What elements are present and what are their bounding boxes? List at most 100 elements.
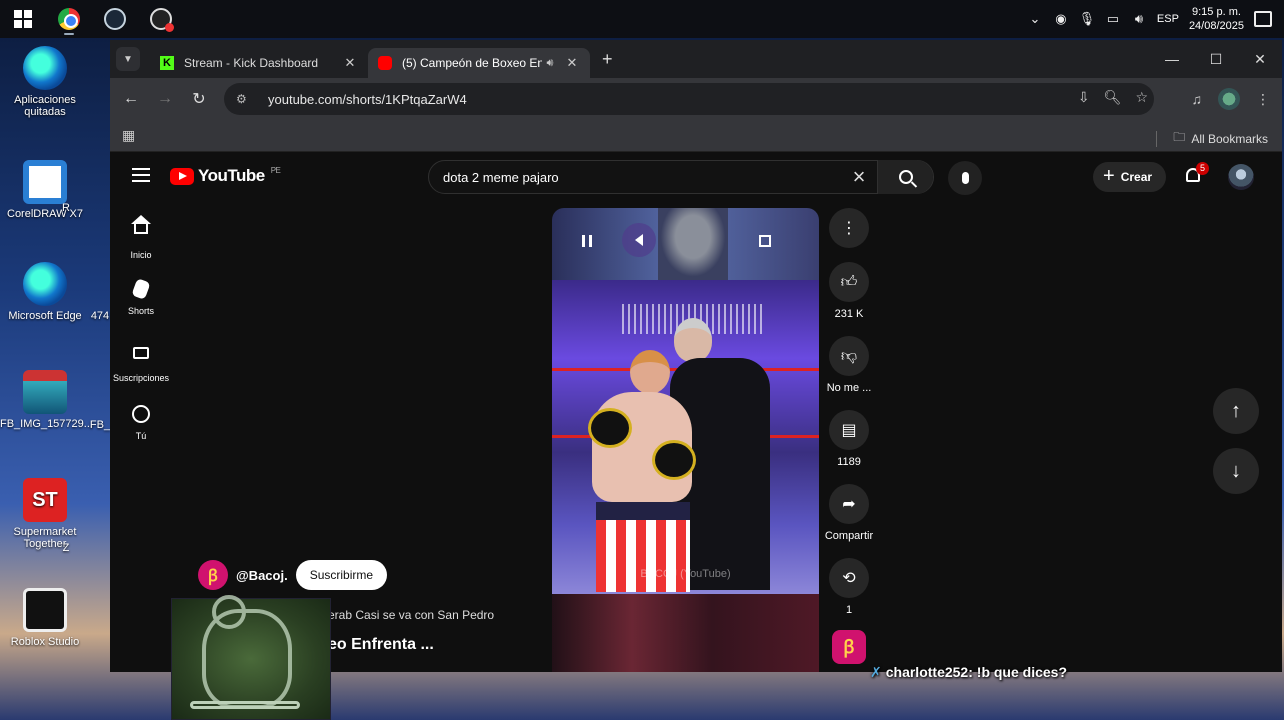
sidebar-item-label: Shorts [127, 306, 154, 316]
sidebar-item-home[interactable]: Inicio [110, 215, 172, 260]
channel-name[interactable]: @Bacoj. [236, 568, 288, 583]
youtube-logo[interactable]: YouTube PE [170, 166, 281, 186]
remix-button[interactable]: ⟲ 1 [826, 558, 872, 616]
notification-center-icon[interactable] [1254, 11, 1272, 27]
more-vertical-icon: ⋮ [829, 208, 869, 248]
arrow-up-icon: ↑ [1231, 399, 1241, 422]
media-controls-icon[interactable]: ♫ [1192, 91, 1203, 107]
tab-search-button[interactable]: ▼ [116, 47, 140, 71]
tab-youtube-short[interactable]: (5) Campeón de Boxeo Enfr 🔊︎ ✕ [368, 48, 590, 78]
hamburger-menu-icon[interactable] [132, 168, 150, 186]
video-title[interactable]: eo Enfrenta ... [328, 636, 434, 654]
site-info-icon[interactable]: ⚙ [236, 92, 254, 106]
account-avatar[interactable] [1228, 164, 1254, 190]
tab-kick-dashboard[interactable]: K Stream - Kick Dashboard ✕ [150, 48, 368, 78]
comments-button[interactable]: ▤ 1189 [826, 410, 872, 468]
reload-button[interactable]: ↻ [182, 89, 216, 109]
remix-count: 1 [845, 604, 853, 616]
tab-label: Stream - Kick Dashboard [184, 56, 319, 70]
language-indicator[interactable]: ESP [1157, 13, 1179, 25]
menu-icon[interactable]: ⋮ [1256, 91, 1270, 108]
desktop-icon-label: CorelDRAW X7 [7, 208, 83, 220]
zoom-icon[interactable]: 🔍︎ [1104, 89, 1122, 106]
previous-short-button[interactable]: ↑ [1213, 388, 1259, 434]
channel-avatar-small[interactable]: ꞵ [832, 630, 866, 664]
desktop-icon-coreldraw[interactable]: CorelDRAW X7 [0, 160, 90, 220]
clear-search-icon[interactable]: × [841, 164, 877, 190]
desktop-icon-label: Roblox Studio [10, 636, 80, 648]
clock[interactable]: 9:15 p. m. 24/08/2025 [1189, 5, 1244, 33]
kick-icon: K [160, 56, 174, 70]
close-window-icon[interactable]: ✕ [1238, 40, 1282, 78]
close-tab-icon[interactable]: ✕ [342, 55, 358, 71]
notification-badge: 5 [1196, 162, 1209, 175]
install-app-icon[interactable]: ⇩ [1078, 89, 1090, 106]
voice-search-button[interactable] [948, 161, 982, 195]
dislike-button[interactable]: 👎︎ No me ... [816, 336, 882, 394]
shorts-player[interactable]: BACOJ (YouTube) [552, 208, 819, 672]
close-tab-icon[interactable]: ✕ [564, 55, 580, 71]
sidebar-item-shorts[interactable]: Shorts [110, 278, 172, 316]
music-line[interactable]: erab Casi se va con San Pedro [328, 608, 494, 622]
bookmark-star-icon[interactable]: ☆ [1135, 89, 1148, 106]
share-button[interactable]: ➦ Compartir [816, 484, 882, 542]
next-short-button[interactable]: ↓ [1213, 448, 1259, 494]
all-bookmarks-button[interactable]: 🗀 All Bookmarks [1156, 128, 1268, 149]
roblox-studio-icon [23, 588, 67, 632]
profile-avatar[interactable] [1218, 88, 1240, 110]
like-button[interactable]: 👍︎ 231 K [826, 262, 872, 320]
taskbar-chrome[interactable] [46, 0, 92, 38]
minimize-icon[interactable]: — [1150, 40, 1194, 78]
browser-toolbar: ← → ↻ ⚙ youtube.com/shorts/1KPtqaZarW4 ⇩… [110, 78, 1282, 120]
plus-icon: + [1103, 164, 1115, 187]
channel-avatar[interactable]: ꞵ [198, 560, 228, 590]
maximize-icon[interactable]: ☐ [1194, 40, 1238, 78]
desktop-icon-fb-img[interactable]: FB_IMG_157729... [0, 370, 93, 430]
desktop-icon-supermarket[interactable]: ST Supermarket Together [0, 478, 90, 550]
pause-button[interactable] [570, 224, 604, 258]
chevron-up-icon[interactable]: ⌄ [1027, 11, 1043, 27]
desktop-icon-apps-removed[interactable]: Aplicaciones quitadas [0, 46, 90, 118]
chrome-icon [58, 8, 80, 30]
start-button[interactable] [0, 0, 46, 38]
create-button[interactable]: + Crear [1093, 162, 1167, 192]
volume-icon[interactable]: 🔊︎ [1131, 11, 1147, 27]
apps-grid-icon[interactable]: ▦ [122, 127, 135, 144]
obs-icon [150, 8, 174, 32]
notifications-button[interactable]: 5 [1184, 162, 1209, 186]
back-button[interactable]: ← [114, 90, 148, 108]
steam-tray-icon[interactable]: ◉ [1053, 11, 1069, 27]
desktop-icon-roblox[interactable]: Roblox Studio [0, 588, 90, 648]
desktop-icon-partial-label: Z [62, 542, 70, 554]
address-bar[interactable]: ⚙ youtube.com/shorts/1KPtqaZarW4 ⇩ 🔍︎ ☆ [224, 83, 1154, 115]
taskbar-steam[interactable] [92, 0, 138, 38]
sidebar-item-you[interactable]: Tú [110, 405, 172, 441]
taskbar-obs[interactable] [138, 0, 184, 38]
microphone-icon [961, 172, 969, 184]
subscriptions-icon [133, 347, 149, 359]
toolbar-right: ♫ ⋮ [1192, 88, 1270, 110]
sidebar-item-subscriptions[interactable]: Suscripciones [110, 342, 172, 383]
microphone-icon[interactable]: 🎙︎ [1079, 11, 1096, 27]
desktop-icon-edge[interactable]: Microsoft Edge [0, 262, 90, 322]
tab-audio-icon[interactable]: 🔊︎ [542, 57, 558, 70]
search-button[interactable] [877, 160, 933, 194]
url-text: youtube.com/shorts/1KPtqaZarW4 [268, 91, 467, 107]
search-input[interactable] [429, 161, 841, 193]
home-icon [131, 215, 151, 234]
more-options-button[interactable]: ⋮ [826, 208, 872, 254]
fullscreen-button[interactable] [748, 224, 782, 258]
fullscreen-icon [759, 235, 771, 247]
subscribe-button[interactable]: Suscribirme [295, 560, 388, 590]
remix-icon: ⟲ [829, 558, 869, 598]
system-tray: ⌄ ◉ 🎙︎ ▭ 🔊︎ ESP 9:15 p. m. 24/08/2025 [1027, 0, 1284, 38]
desktop-icon-label: Microsoft Edge [8, 310, 82, 322]
sidebar-item-label: Suscripciones [112, 373, 170, 383]
new-tab-button[interactable]: + [602, 49, 613, 70]
video-frame [552, 280, 819, 594]
boxing-glove [588, 408, 632, 448]
network-icon[interactable]: ▭ [1105, 11, 1121, 27]
forward-button[interactable]: → [148, 90, 182, 108]
youtube-header: YouTube PE × + Crear 5 [110, 152, 1282, 202]
volume-button[interactable] [622, 223, 656, 257]
